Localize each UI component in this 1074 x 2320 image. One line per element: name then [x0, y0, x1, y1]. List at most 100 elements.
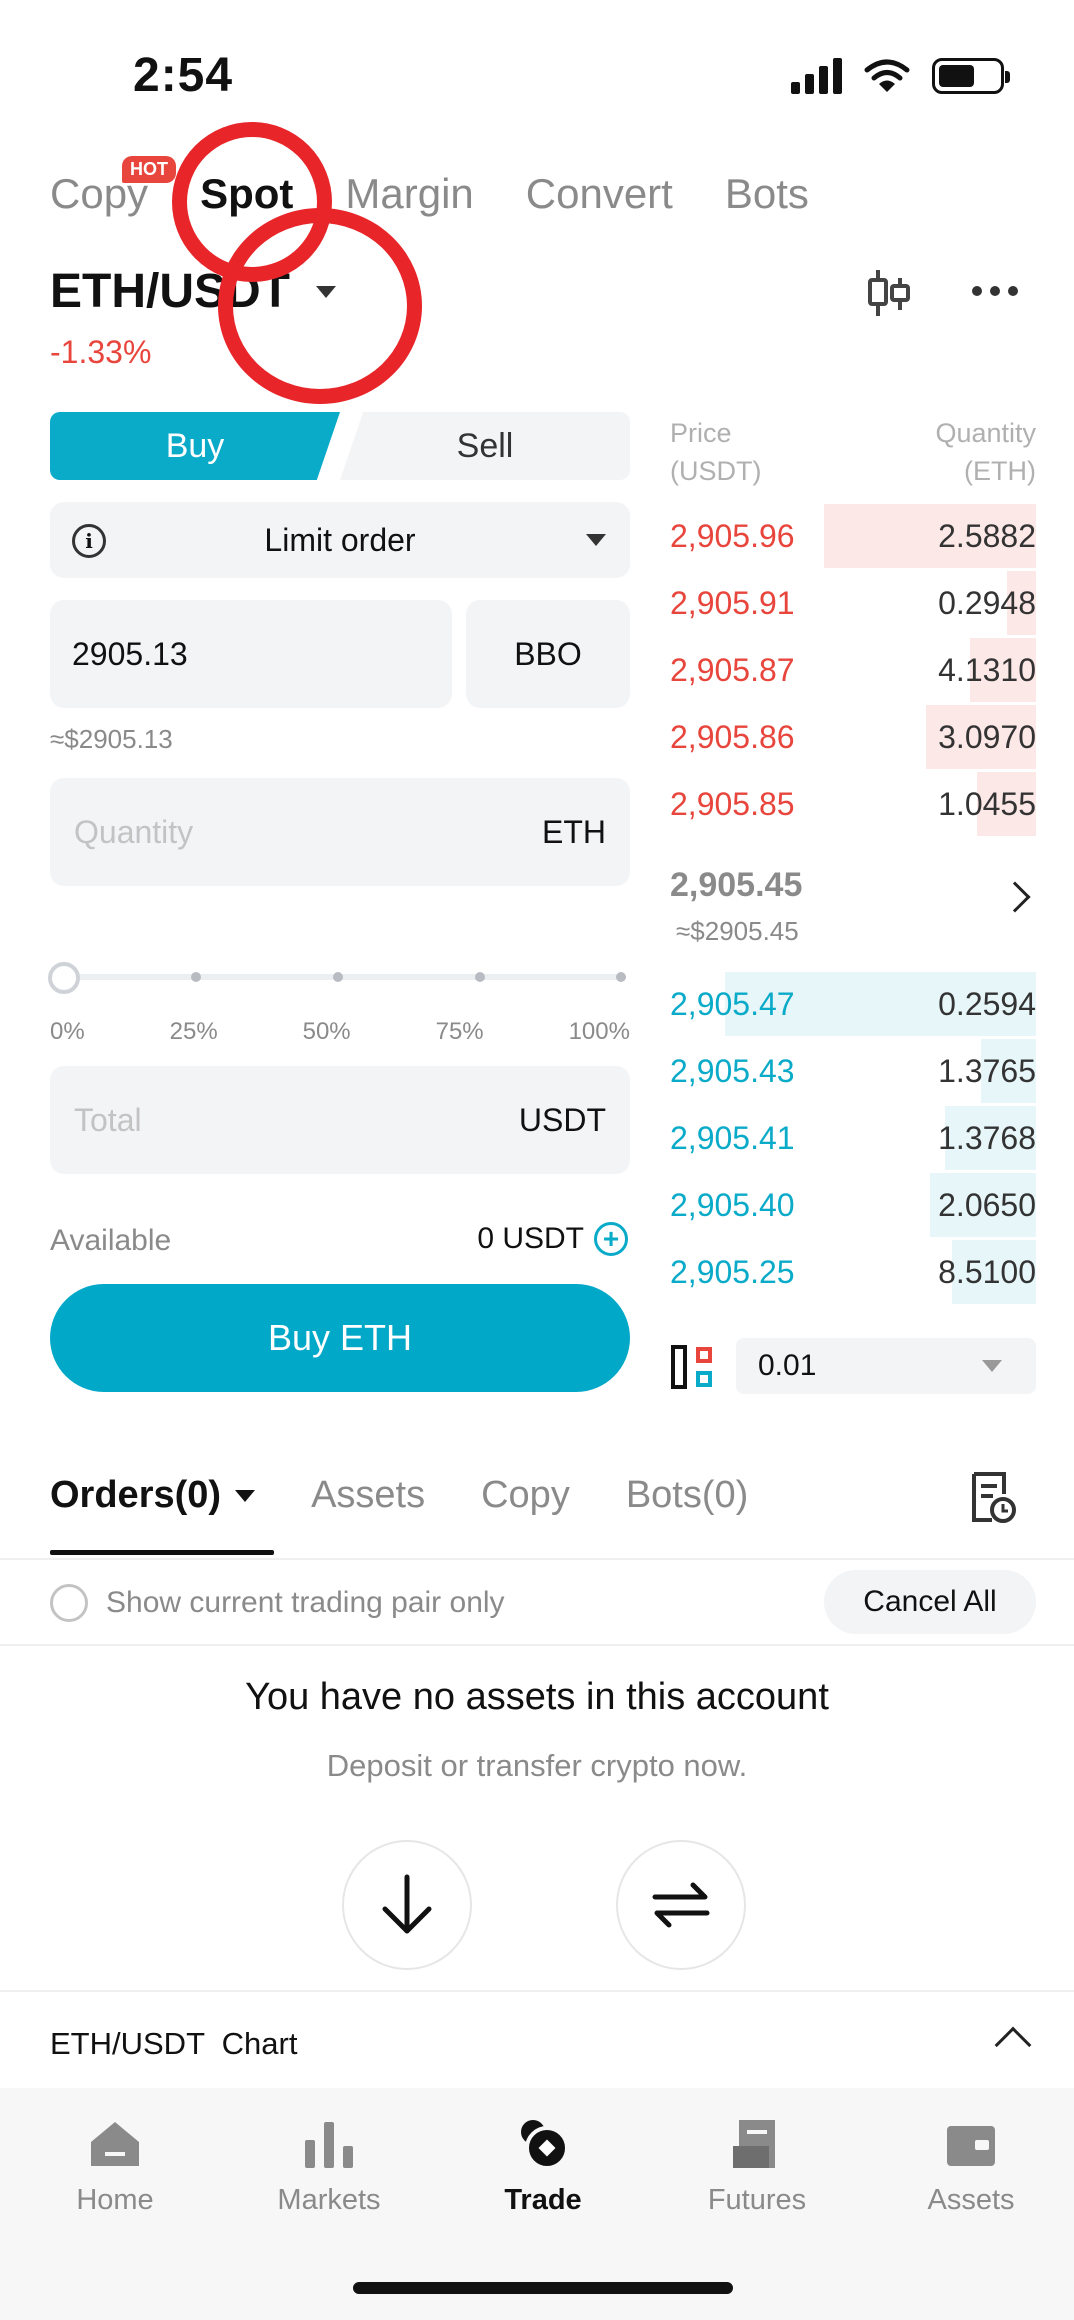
buy-eth-button[interactable]: Buy ETH: [50, 1284, 630, 1392]
tab-copy-orders[interactable]: Copy: [481, 1474, 570, 1517]
ask-price: 2,905.86: [670, 718, 795, 755]
tab-bots[interactable]: Bots: [725, 170, 809, 218]
nav-home[interactable]: Home: [25, 2116, 205, 2217]
nav-futures[interactable]: Futures: [667, 2116, 847, 2217]
quantity-input[interactable]: Quantity ETH: [50, 778, 630, 886]
radio-button[interactable]: [50, 1584, 88, 1622]
slider-label: 25%: [169, 1018, 218, 1045]
bid-price: 2,905.47: [670, 985, 795, 1022]
nav-futures-label: Futures: [707, 2184, 807, 2216]
bbo-button[interactable]: BBO: [466, 600, 630, 708]
pair-name: ETH/USDT: [50, 265, 290, 318]
quantity-unit: ETH: [542, 813, 606, 850]
chevron-right-icon[interactable]: [999, 881, 1031, 913]
mid-price-usd: ≈$2905.45: [676, 916, 799, 946]
tab-margin[interactable]: Margin: [345, 170, 473, 218]
bid-row[interactable]: 2,905.25 8.5100: [670, 1240, 1036, 1304]
caret-down-icon: [235, 1489, 256, 1502]
total-placeholder: Total: [74, 1101, 142, 1138]
order-book-header: Price (USDT) Quantity (ETH): [670, 414, 1036, 490]
trade-icon: [521, 2120, 569, 2170]
wifi-icon: [864, 59, 910, 92]
quantity-unit-header: (ETH): [964, 456, 1036, 486]
quantity-slider[interactable]: [48, 962, 626, 994]
more-icon[interactable]: [972, 286, 1018, 296]
bid-quantity: 2.0650: [938, 1186, 1036, 1223]
ask-price: 2,905.96: [670, 517, 795, 554]
nav-assets-label: Assets: [927, 2184, 1015, 2216]
slider-label: 50%: [302, 1018, 351, 1045]
total-input[interactable]: Total USDT: [50, 1066, 630, 1174]
bid-quantity: 8.5100: [938, 1253, 1036, 1290]
active-tab-underline: [50, 1550, 274, 1555]
status-icons: [791, 58, 1010, 94]
buy-tab[interactable]: Buy: [50, 412, 340, 480]
bid-quantity: 1.3765: [938, 1052, 1036, 1089]
tab-assets[interactable]: Assets: [311, 1474, 425, 1517]
tab-copy[interactable]: Copy HOT: [50, 156, 176, 218]
ask-row[interactable]: 2,905.87 4.1310: [670, 638, 1036, 702]
ask-row[interactable]: 2,905.86 3.0970: [670, 705, 1036, 769]
bid-row[interactable]: 2,905.41 1.3768: [670, 1106, 1036, 1170]
deposit-button[interactable]: [342, 1840, 472, 1970]
ask-price: 2,905.85: [670, 785, 795, 822]
ask-quantity: 2.5882: [938, 517, 1036, 554]
signal-icon: [791, 58, 842, 94]
quantity-placeholder: Quantity: [74, 813, 194, 850]
ask-row[interactable]: 2,905.96 2.5882: [670, 504, 1036, 568]
order-history-icon[interactable]: [968, 1470, 1016, 1524]
show-current-pair-toggle[interactable]: Show current trading pair only: [50, 1584, 505, 1622]
candlestick-chart-icon[interactable]: [866, 268, 912, 318]
buy-sell-toggle: Buy Sell: [50, 412, 630, 480]
ask-row[interactable]: 2,905.91 0.2948: [670, 571, 1036, 635]
tab-spot[interactable]: Spot: [200, 170, 293, 218]
bid-price: 2,905.43: [670, 1052, 795, 1089]
ask-quantity: 4.1310: [938, 651, 1036, 688]
divider: [0, 1558, 1074, 1560]
price-header: Price: [670, 418, 732, 448]
tab-orders[interactable]: Orders(0): [50, 1474, 256, 1517]
quantity-header: Quantity: [935, 418, 1036, 448]
price-unit: (USDT): [670, 456, 762, 486]
ask-price: 2,905.87: [670, 651, 795, 688]
empty-state-subtitle: Deposit or transfer crypto now.: [326, 1748, 748, 1783]
available-label: Available: [50, 1224, 172, 1257]
orders-tabs: Orders(0) Assets Copy Bots(0): [50, 1474, 748, 1517]
cancel-all-button[interactable]: Cancel All: [824, 1570, 1036, 1634]
divider: [0, 1644, 1074, 1646]
bid-row[interactable]: 2,905.40 2.0650: [670, 1173, 1036, 1237]
bid-row[interactable]: 2,905.43 1.3765: [670, 1039, 1036, 1103]
bid-row[interactable]: 2,905.47 0.2594: [670, 972, 1036, 1036]
order-type-label: Limit order: [264, 521, 416, 558]
empty-state-title: You have no assets in this account: [245, 1676, 829, 1718]
tab-convert[interactable]: Convert: [526, 170, 673, 218]
sell-tab[interactable]: Sell: [340, 412, 630, 480]
available-value: 0 USDT +: [477, 1222, 628, 1256]
ask-quantity: 0.2948: [938, 584, 1036, 621]
price-input[interactable]: 2905.13: [50, 600, 452, 708]
chevron-up-icon[interactable]: [994, 2026, 1032, 2064]
order-type-select[interactable]: i Limit order: [50, 502, 630, 578]
pair-change: -1.33%: [50, 334, 152, 370]
transfer-button[interactable]: [616, 1840, 746, 1970]
tab-orders-label: Orders(0): [50, 1474, 222, 1516]
tab-bots-orders[interactable]: Bots(0): [626, 1474, 748, 1517]
caret-down-icon: [982, 1360, 1002, 1372]
depth-value: 0.01: [758, 1349, 817, 1382]
info-icon[interactable]: i: [72, 524, 106, 558]
slider-thumb[interactable]: [48, 962, 80, 994]
chart-row-label[interactable]: ETH/USDT Chart: [50, 2026, 297, 2062]
slider-label: 0%: [50, 1018, 85, 1045]
home-indicator: [353, 2282, 733, 2294]
depth-view-icon[interactable]: [670, 1344, 716, 1390]
nav-trade[interactable]: Trade: [453, 2116, 633, 2217]
plus-circle-icon[interactable]: +: [594, 1222, 628, 1256]
nav-assets[interactable]: Assets: [881, 2116, 1061, 2217]
depth-select[interactable]: 0.01: [736, 1338, 1036, 1394]
ask-row[interactable]: 2,905.85 1.0455: [670, 772, 1036, 836]
nav-markets[interactable]: Markets: [239, 2116, 419, 2217]
bid-price: 2,905.41: [670, 1119, 795, 1156]
slider-label: 100%: [568, 1018, 630, 1045]
top-tabs: Copy HOT Spot Margin Convert Bots: [50, 156, 809, 218]
pair-selector[interactable]: ETH/USDT: [50, 264, 336, 319]
